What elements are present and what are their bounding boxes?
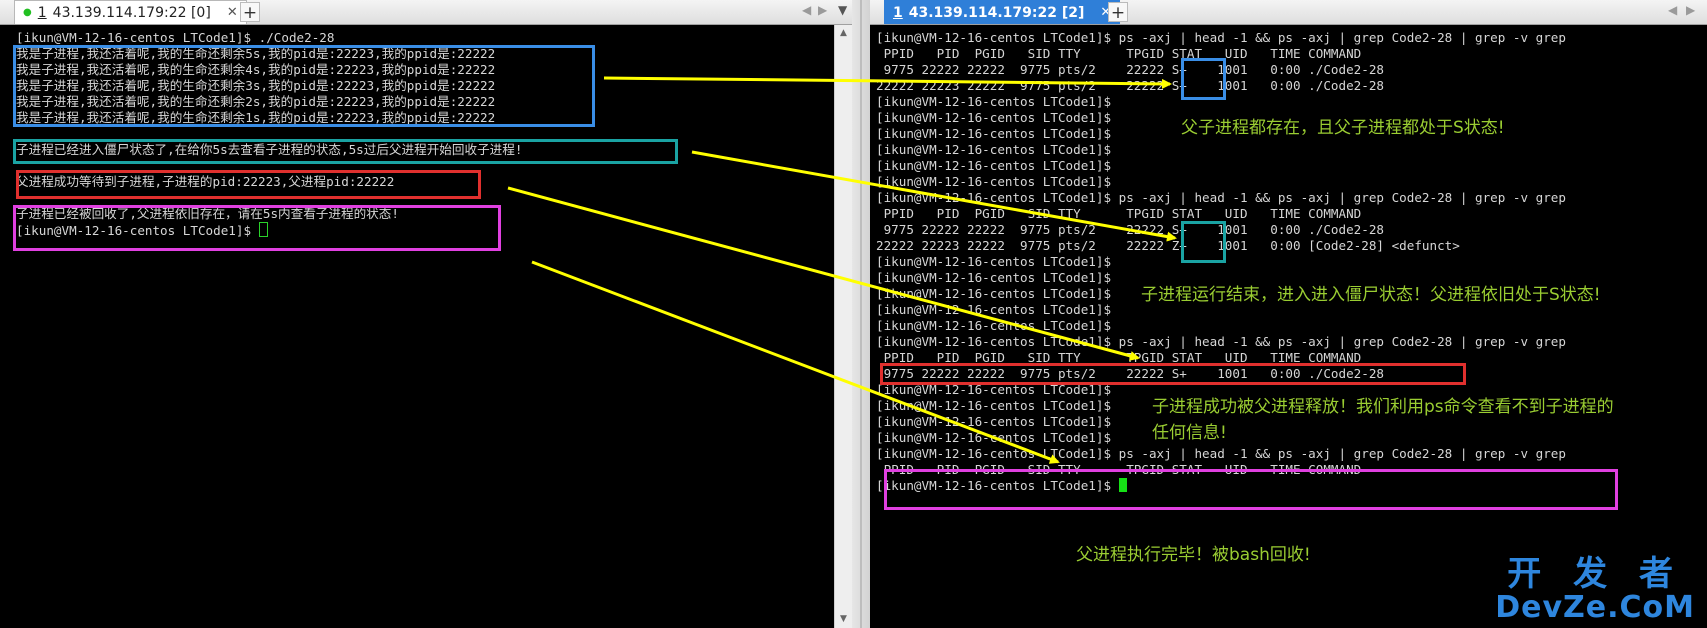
terminal-line: [ikun@VM-12-16-centos LTCode1]$ (876, 318, 1112, 333)
left-reaped-msg-highlight (13, 205, 501, 251)
tab-menu-chevron-down-icon[interactable]: ▼ (838, 3, 847, 17)
terminal-line: [ikun@VM-12-16-centos LTCode1]$ (876, 174, 1112, 189)
scroll-down-arrow-icon[interactable]: ▼ (835, 611, 852, 628)
annotation-child-released-2: 任何信息! (1152, 423, 1227, 443)
right-terminal-pane[interactable]: 1 43.139.114.179:22 [2] ✕ + ◀ ▶ [ikun@VM… (870, 0, 1707, 628)
left-tab-title: 43.139.114.179:22 [0] (52, 4, 211, 21)
right-session-tab[interactable]: 1 43.139.114.179:22 [2] ✕ (884, 0, 1121, 24)
tab-scroll-right-icon[interactable]: ▶ (818, 3, 827, 17)
terminal-line: [ikun@VM-12-16-centos LTCode1]$ ps -axj … (876, 446, 1566, 461)
left-tab-index: 1 (37, 4, 47, 21)
close-tab-icon[interactable]: ✕ (227, 5, 238, 20)
terminal-line: [ikun@VM-12-16-centos LTCode1]$ (876, 158, 1112, 173)
logo-en: DevZe.CoM (1495, 590, 1695, 625)
annotation-parent-done: 父进程执行完毕！被bash回收! (1076, 545, 1311, 565)
terminal-line: [ikun@VM-12-16-centos LTCode1]$ ./Code2-… (16, 30, 335, 45)
right-no-process-highlight (884, 469, 1618, 510)
right-stat-z-highlight (1181, 221, 1226, 263)
tab-scroll-left-icon[interactable]: ◀ (802, 3, 811, 17)
logo-cn: 开 发 者 (1507, 554, 1683, 594)
right-parent-only-highlight (880, 363, 1466, 385)
right-tab-bar: 1 43.139.114.179:22 [2] ✕ + ◀ ▶ (870, 0, 1707, 25)
annotation-child-released-1: 子进程成功被父进程释放！我们利用ps命令查看不到子进程的 (1152, 397, 1614, 417)
right-tab-index: 1 (893, 4, 903, 21)
annotation-both-sleeping: 父子进程都存在，且父子进程都处于S状态! (1181, 118, 1505, 138)
left-child-alive-highlight (13, 45, 595, 127)
left-zombie-msg-highlight (13, 139, 678, 164)
terminal-line: [ikun@VM-12-16-centos LTCode1]$ ps -axj … (876, 30, 1566, 45)
new-tab-button[interactable]: + (240, 2, 260, 23)
terminal-line: PPID PID PGID SID TTY TPGID STAT UID TIM… (876, 206, 1362, 221)
right-tab-title: 43.139.114.179:22 [2] (908, 4, 1085, 21)
splitter-grip (860, 0, 862, 628)
pane-splitter[interactable] (852, 0, 870, 628)
connected-dot-icon: ● (23, 7, 32, 18)
terminal-line: [ikun@VM-12-16-centos LTCode1]$ ps -axj … (876, 190, 1566, 205)
tab-scroll-left-icon[interactable]: ◀ (1668, 3, 1677, 17)
left-tab-bar: ● 1 43.139.114.179:22 [0] ✕ + ◀ ▶ ▼ (0, 0, 852, 25)
left-session-tab[interactable]: ● 1 43.139.114.179:22 [0] ✕ (14, 0, 247, 24)
terminal-line: [ikun@VM-12-16-centos LTCode1]$ ps -axj … (876, 334, 1566, 349)
terminal-line: [ikun@VM-12-16-centos LTCode1]$ (876, 142, 1112, 157)
scroll-up-arrow-icon[interactable]: ▲ (835, 25, 852, 42)
left-scrollbar[interactable]: ▲ ▼ (834, 25, 852, 628)
tab-scroll-right-icon[interactable]: ▶ (1686, 3, 1695, 17)
new-tab-button[interactable]: + (1108, 2, 1128, 23)
left-wait-success-highlight (16, 170, 481, 199)
right-stat-s-highlight (1181, 58, 1226, 100)
devze-logo: 开 发 者 DevZe.CoM (1495, 556, 1695, 624)
annotation-child-zombie: 子进程运行结束，进入进入僵尸状态！父进程依旧处于S状态! (1141, 285, 1601, 305)
